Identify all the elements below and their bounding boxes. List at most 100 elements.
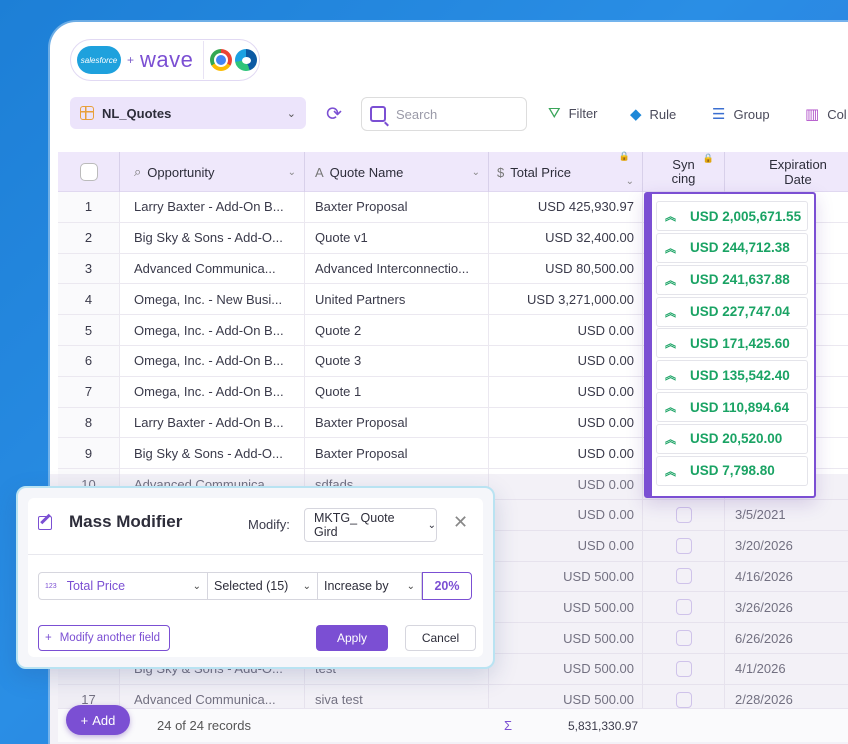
total-price-cell[interactable]: USD 500.00 [489, 561, 643, 592]
quote-name-cell[interactable]: Quote 2 [305, 315, 489, 345]
total-price-cell[interactable]: USD 0.00 [489, 530, 643, 561]
syncing-checkbox[interactable] [675, 506, 692, 523]
syncing-checkbox[interactable] [675, 630, 692, 647]
col-quote-name[interactable]: A Quote Name ⌄ [305, 152, 489, 192]
total-price-cell[interactable]: USD 0.00 [489, 438, 643, 469]
total-price-cell[interactable]: USD 3,271,000.00 [489, 284, 643, 315]
paint-bucket-icon: ◆ [630, 106, 642, 123]
field-select[interactable]: 123 Total Price ⌄ [38, 572, 208, 600]
field-select-value: Total Price [66, 579, 126, 593]
select-all-checkbox[interactable] [79, 163, 98, 181]
row-number[interactable]: 5 [58, 315, 120, 345]
group-button[interactable]: ☰ Group [712, 105, 770, 123]
syncing-checkbox[interactable] [675, 568, 692, 585]
col-opportunity[interactable]: ⌕ Opportunity ⌄ [120, 152, 305, 192]
total-price-cell[interactable]: USD 425,930.97 [489, 192, 643, 222]
opportunity-cell[interactable]: Omega, Inc. - Add-On B... [120, 315, 305, 345]
opportunity-cell[interactable]: Omega, Inc. - Add-On B... [120, 345, 305, 376]
col-syncing-label-2: cing [671, 171, 696, 186]
quote-name-cell[interactable]: Quote v1 [305, 222, 489, 253]
expiration-date-cell[interactable]: 3/20/2026 [725, 531, 848, 561]
total-price-cell[interactable]: USD 80,500.00 [489, 253, 643, 284]
syncing-cell[interactable] [643, 499, 725, 530]
quote-name-cell[interactable]: Quote 3 [305, 345, 489, 376]
total-price-cell[interactable]: USD 0.00 [489, 345, 643, 376]
row-number[interactable]: 1 [58, 192, 120, 222]
total-price-cell[interactable]: USD 0.00 [489, 376, 643, 407]
quote-name-cell[interactable]: Quote 1 [305, 376, 489, 407]
syncing-cell[interactable] [643, 561, 725, 592]
row-number[interactable]: 7 [58, 376, 120, 407]
opportunity-cell[interactable]: Big Sky & Sons - Add-O... [120, 222, 305, 253]
total-price-cell[interactable]: USD 0.00 [489, 499, 643, 530]
expiration-date-cell[interactable]: 4/16/2026 [725, 562, 848, 592]
expiration-date-cell[interactable]: 4/1/2026 [725, 654, 848, 684]
double-arrow-up-icon: ︽ [665, 242, 676, 255]
grid-icon [80, 106, 94, 120]
total-price-cell[interactable]: USD 0.00 [489, 469, 643, 499]
scope-select[interactable]: Selected (15) ⌄ [208, 572, 318, 600]
row-number[interactable]: 8 [58, 407, 120, 438]
opportunity-cell[interactable]: Larry Baxter - Add-On B... [120, 407, 305, 438]
mass-modifier-panel: Mass Modifier Modify: MKTG_ Quote Gird ⌄… [28, 498, 483, 657]
expiration-date-cell[interactable]: 3/26/2026 [725, 592, 848, 622]
row-number[interactable]: 2 [58, 222, 120, 253]
chevron-down-icon[interactable]: ⌄ [472, 167, 480, 178]
quote-name-cell[interactable]: Advanced Interconnectio... [305, 253, 489, 284]
total-price-cell[interactable]: USD 0.00 [489, 315, 643, 345]
search-input[interactable]: Search [361, 97, 527, 131]
total-price-cell[interactable]: USD 0.00 [489, 407, 643, 438]
preview-value-item: ︽ USD 135,542.40 [656, 360, 808, 391]
filter-button[interactable]: ⛛ Filter [548, 105, 598, 122]
syncing-checkbox[interactable] [675, 599, 692, 616]
close-icon[interactable]: ✕ [453, 512, 468, 533]
col-syncing[interactable]: Syn cing 🔒 [643, 152, 725, 192]
amount-input[interactable]: 20% [422, 572, 472, 600]
opportunity-cell[interactable]: Omega, Inc. - New Busi... [120, 284, 305, 315]
syncing-checkbox[interactable] [675, 660, 692, 677]
chevron-down-icon[interactable]: ⌄ [626, 176, 634, 187]
refresh-icon[interactable]: ⟳ [326, 103, 342, 126]
opportunity-cell[interactable]: Larry Baxter - Add-On B... [120, 192, 305, 222]
quote-name-cell[interactable]: Baxter Proposal [305, 438, 489, 469]
rule-button[interactable]: ◆ Rule [630, 105, 676, 123]
columns-button[interactable]: ▥ Col [805, 105, 847, 123]
total-price-cell[interactable]: USD 500.00 [489, 592, 643, 623]
add-record-button[interactable]: + Add [66, 705, 130, 735]
total-price-cell[interactable]: USD 32,400.00 [489, 222, 643, 253]
col-total-price[interactable]: $ Total Price 🔒 ⌄ [489, 151, 643, 192]
chevron-down-icon[interactable]: ⌄ [288, 167, 296, 178]
syncing-checkbox[interactable] [675, 537, 692, 554]
total-price-cell[interactable]: USD 500.00 [489, 653, 643, 684]
modify-target-select[interactable]: MKTG_ Quote Gird ⌄ [304, 508, 437, 542]
cancel-button[interactable]: Cancel [405, 625, 476, 651]
syncing-cell[interactable] [643, 623, 725, 653]
col-expiration-date[interactable]: Expiration Date [725, 152, 848, 192]
apply-button[interactable]: Apply [316, 625, 388, 651]
total-price-cell[interactable]: USD 500.00 [489, 623, 643, 653]
quote-name-cell[interactable]: Baxter Proposal [305, 407, 489, 438]
syncing-cell[interactable] [643, 592, 725, 623]
expiration-date-cell[interactable]: 6/26/2026 [725, 623, 848, 653]
row-number[interactable]: 4 [58, 284, 120, 315]
columns-label: Col [827, 106, 847, 122]
preview-value-item: ︽ USD 7,798.80 [656, 455, 808, 486]
search-icon [370, 106, 386, 122]
row-number[interactable]: 9 [58, 438, 120, 469]
opportunity-cell[interactable]: Advanced Communica... [120, 253, 305, 284]
syncing-checkbox[interactable] [675, 691, 692, 708]
view-selector[interactable]: NL_Quotes ⌄ [70, 97, 306, 129]
syncing-cell[interactable] [643, 653, 725, 684]
toolbar: NL_Quotes ⌄ ⟳ Search ⛛ Filter ◆ Rule ☰ G… [70, 97, 848, 131]
modify-another-field-button[interactable]: + Modify another field [38, 625, 170, 651]
row-number[interactable]: 3 [58, 253, 120, 284]
opportunity-cell[interactable]: Big Sky & Sons - Add-O... [120, 438, 305, 469]
expiration-date-cell[interactable]: 3/5/2021 [725, 500, 848, 530]
syncing-cell[interactable] [643, 530, 725, 561]
quote-name-cell[interactable]: United Partners [305, 284, 489, 315]
quote-name-cell[interactable]: Baxter Proposal [305, 192, 489, 222]
row-number[interactable]: 6 [58, 345, 120, 376]
preview-value: USD 244,712.38 [690, 240, 790, 256]
opportunity-cell[interactable]: Omega, Inc. - Add-On B... [120, 376, 305, 407]
operation-select[interactable]: Increase by ⌄ [318, 572, 422, 600]
